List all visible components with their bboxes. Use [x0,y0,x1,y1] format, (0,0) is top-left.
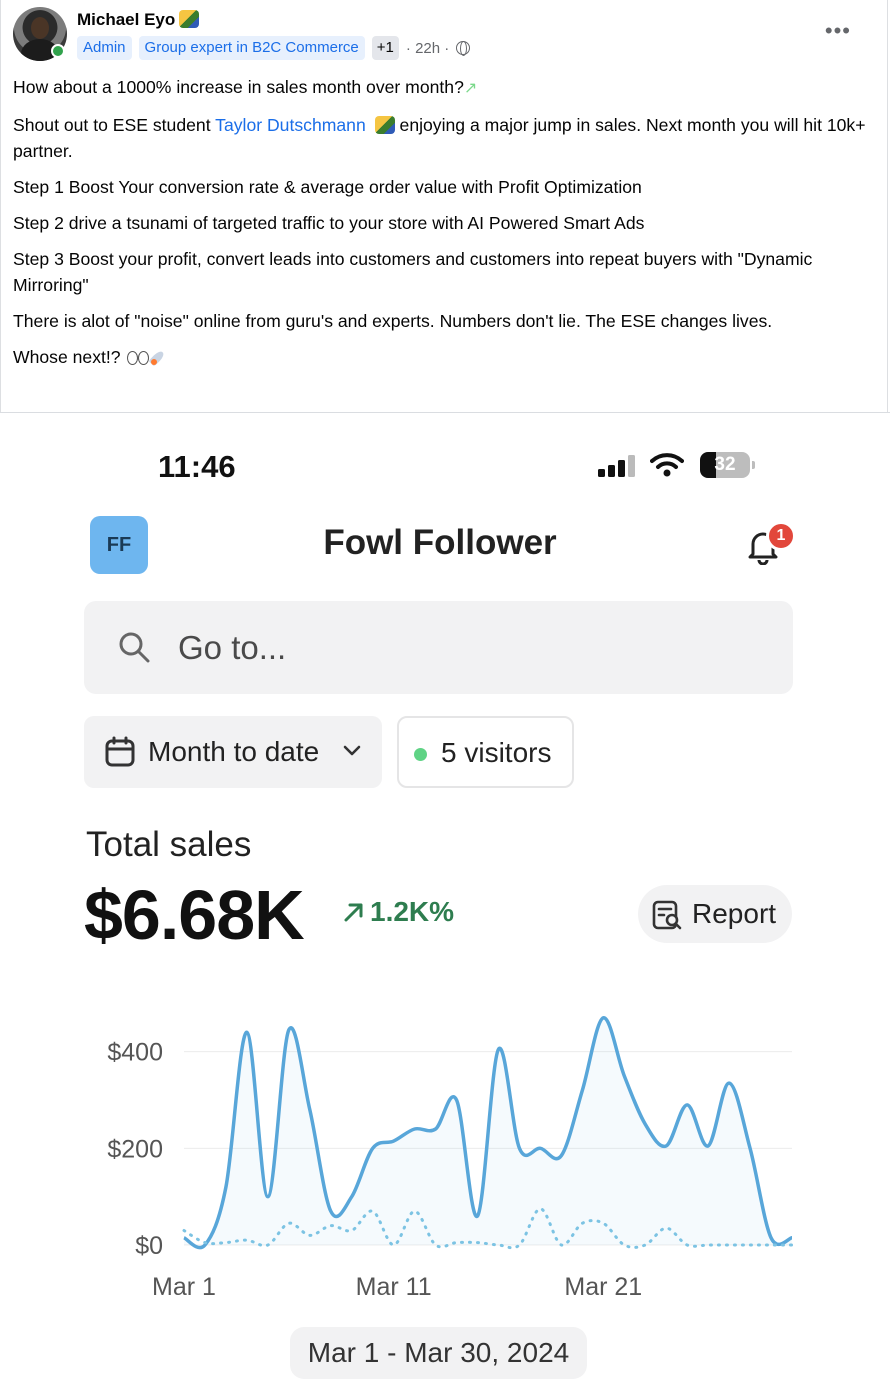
post-timestamp[interactable]: 22h [415,40,440,57]
search-placeholder: Go to... [178,629,287,666]
y-tick-label: $200 [107,1135,163,1163]
phone-screenshot: 11:46 32 FF Fowl Follower 1 Go to... Mon… [0,413,890,1400]
report-button-label: Report [692,898,777,929]
rocket-badge-icon [374,116,395,134]
store-name-title: Fowl Follower [323,523,557,562]
x-tick-label: Mar 21 [564,1273,642,1301]
sales-line-chart: $0 $200 $400 Mar 1 Mar 11 Mar 21 [107,1016,794,1301]
search-input[interactable]: Go to... [84,601,793,694]
post-paragraph: There is alot of "noise" online from gur… [13,311,773,331]
eyes-icon [126,349,149,365]
post-paragraph: Whose next!? [13,344,873,370]
sales-growth-indicator: 1.2K% [342,896,454,928]
status-bar-time: 11:46 [158,449,236,484]
live-indicator-dot [414,748,427,761]
facebook-post: Michael Eyo Admin Group expert in B2C Co… [0,0,888,412]
store-avatar[interactable]: FF [90,516,148,574]
post-body: How about a 1000% increase in sales mont… [13,74,873,380]
author-name-row: Michael Eyo [77,10,200,30]
search-icon [119,632,150,663]
total-sales-label: Total sales [86,825,252,864]
live-visitors-button[interactable]: 5 visitors [397,716,574,788]
mention-link[interactable]: Taylor Dutschmann [215,115,366,135]
date-filter-dropdown[interactable]: Month to date [84,716,382,788]
post-time-row: · 22h · [406,40,449,57]
more-options-button[interactable]: ••• [825,18,851,44]
more-badges-chip[interactable]: +1 [371,36,399,60]
separator: · [405,39,411,57]
separator: · [444,39,450,57]
rocket-badge-icon [179,10,200,28]
calendar-icon [105,736,135,767]
x-tick-label: Mar 11 [356,1273,432,1301]
post-meta: Admin Group expert in B2C Commerce +1 · … [77,36,471,60]
battery-nub [752,461,755,469]
wifi-icon [650,453,684,477]
post-paragraph: Step 3 Boost your profit, convert leads … [13,249,813,295]
post-paragraph: Step 1 Boost Your conversion rate & aver… [13,177,642,197]
post-paragraph: How about a 1000% increase in sales mont… [13,77,478,97]
avatar-face [31,17,49,39]
rocket-icon [149,348,169,366]
total-sales-value: $6.68K [84,876,305,954]
date-range-label[interactable]: Mar 1 - Mar 30, 2024 [290,1327,587,1379]
notification-count-badge[interactable]: 1 [766,521,796,551]
chevron-down-icon [343,745,361,756]
report-button[interactable]: Report [638,885,792,943]
battery-indicator: 32 [700,452,750,478]
post-paragraph: Shout out to ESE student Taylor Dutschma… [13,115,866,161]
y-tick-label: $400 [107,1039,163,1067]
cellular-signal-icon [598,455,638,477]
arrow-up-right-icon [344,903,363,922]
online-status-dot [51,44,65,58]
sales-growth-value: 1.2K% [370,896,455,927]
y-tick-label: $0 [135,1232,163,1260]
report-icon [652,900,682,930]
post-paragraph: Step 2 drive a tsunami of targeted traff… [13,213,645,233]
x-tick-label: Mar 1 [152,1273,216,1301]
group-expert-badge[interactable]: Group expert in B2C Commerce [138,36,365,60]
author-name[interactable]: Michael Eyo [77,10,175,29]
chart-increasing-icon: ↗ [463,80,478,97]
date-filter-label: Month to date [148,736,320,767]
globe-icon [456,41,471,56]
admin-badge[interactable]: Admin [77,36,132,60]
visitors-count: 5 visitors [441,737,552,768]
